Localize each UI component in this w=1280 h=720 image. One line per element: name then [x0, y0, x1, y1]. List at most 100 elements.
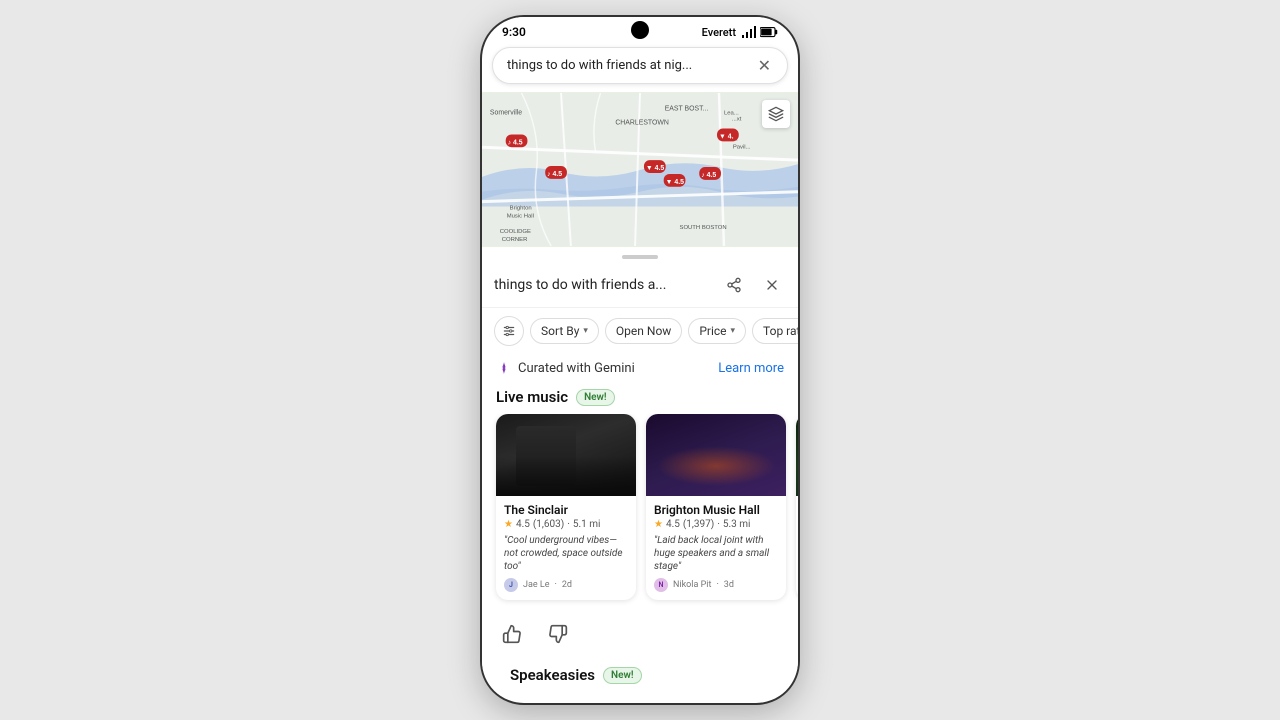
bottom-search-text: things to do with friends a... [494, 277, 720, 293]
thumbs-up-icon [502, 624, 522, 644]
svg-text:...xt: ...xt [732, 117, 742, 123]
brighton-reviewer-sep: · [716, 580, 718, 590]
price-chevron: ▾ [731, 326, 736, 336]
svg-text:▼ 4.5: ▼ 4.5 [666, 179, 685, 186]
open-now-filter[interactable]: Open Now [605, 318, 682, 344]
svg-text:♪ 4.5: ♪ 4.5 [701, 172, 716, 179]
svg-text:COOLIDGE: COOLIDGE [500, 229, 531, 235]
place-card-brighton[interactable]: Brighton Music Hall ★ 4.5 (1,397) · 5.3 … [646, 414, 786, 600]
learn-more-link[interactable]: Learn more [718, 361, 784, 376]
live-music-new-badge: New! [576, 389, 615, 406]
sinclair-distance-dot: · [567, 519, 570, 530]
sinclair-rating: ★ 4.5 (1,603) · 5.1 mi [504, 519, 628, 530]
svg-text:Somerville: Somerville [490, 110, 522, 117]
phone-frame: 9:30 Everett things to do with friends a… [480, 15, 800, 705]
sinclair-review-count: (1,603) [533, 519, 564, 530]
svg-text:Brighton: Brighton [510, 205, 532, 211]
signal-icon [740, 26, 756, 38]
brighton-distance: 5.3 mi [723, 519, 751, 530]
svg-text:CORNER: CORNER [502, 237, 528, 243]
layers-icon [768, 106, 784, 122]
speakeasies-section: Speakeasies New! [482, 658, 798, 696]
top-rated-label: Top rated [763, 324, 798, 338]
sinclair-content: The Sinclair ★ 4.5 (1,603) · 5.1 mi "Coo… [496, 496, 636, 600]
sinclair-quote: "Cool underground vibes—not crowded, spa… [504, 534, 628, 573]
sort-by-filter[interactable]: Sort By ▾ [530, 318, 599, 344]
brighton-name: Brighton Music Hall [654, 503, 778, 517]
sinclair-reviewer-time: 2d [562, 580, 572, 590]
sinclair-distance: 5.1 mi [573, 519, 601, 530]
place-cards-row: The Sinclair ★ 4.5 (1,603) · 5.1 mi "Coo… [482, 414, 798, 612]
svg-text:Music Hall: Music Hall [507, 213, 534, 219]
thumbs-up-button[interactable] [496, 618, 528, 650]
svg-text:▼ 4.5: ▼ 4.5 [646, 165, 665, 172]
top-search-close-button[interactable]: ✕ [756, 56, 773, 75]
brighton-distance-dot: · [717, 519, 720, 530]
status-bar: 9:30 Everett [482, 17, 798, 43]
close-button[interactable] [758, 271, 786, 299]
svg-text:Pavil...: Pavil... [733, 144, 751, 150]
drag-handle[interactable] [622, 255, 658, 259]
layers-button[interactable] [762, 100, 790, 128]
place-card-club[interactable]: Club Pa... ★ 4.7 [796, 414, 798, 600]
svg-text:SOUTH BOSTON: SOUTH BOSTON [680, 225, 727, 231]
svg-text:Lea...: Lea... [724, 111, 739, 117]
open-now-label: Open Now [616, 324, 671, 338]
brighton-reviewer: N Nikola Pit · 3d [654, 578, 778, 592]
share-icon [726, 277, 742, 293]
close-icon [764, 277, 780, 293]
share-button[interactable] [720, 271, 748, 299]
feedback-row [482, 612, 798, 658]
place-card-sinclair[interactable]: The Sinclair ★ 4.5 (1,603) · 5.1 mi "Coo… [496, 414, 636, 600]
top-search-bar[interactable]: things to do with friends at nig... ✕ [492, 47, 788, 84]
svg-text:♪ 4.5: ♪ 4.5 [547, 171, 562, 178]
brighton-reviewer-name: Nikola Pit [673, 580, 711, 590]
gemini-bar: Curated with Gemini Learn more [482, 354, 798, 384]
filter-options-button[interactable] [494, 316, 524, 346]
live-music-title: Live music [496, 388, 568, 406]
brighton-review-count: (1,397) [683, 519, 714, 530]
gemini-text: Curated with Gemini [518, 361, 635, 376]
brighton-image [646, 414, 786, 496]
top-rated-filter[interactable]: Top rated [752, 318, 798, 344]
svg-text:▼ 4.: ▼ 4. [719, 133, 734, 140]
svg-text:CHARLESTOWN: CHARLESTOWN [615, 120, 669, 127]
sinclair-name: The Sinclair [504, 503, 628, 517]
sort-by-label: Sort By [541, 324, 579, 338]
svg-text:EAST BOST...: EAST BOST... [665, 106, 709, 113]
svg-text:♪ 4.5: ♪ 4.5 [508, 139, 523, 146]
sinclair-reviewer-avatar: J [504, 578, 518, 592]
brighton-rating: ★ 4.5 (1,397) · 5.3 mi [654, 519, 778, 530]
sinclair-reviewer: J Jae Le · 2d [504, 578, 628, 592]
brighton-rating-value: 4.5 [666, 519, 680, 530]
price-filter[interactable]: Price ▾ [688, 318, 746, 344]
status-right: Everett [702, 26, 778, 39]
live-music-section-header: Live music New! [482, 384, 798, 414]
city-label: Everett [702, 26, 736, 39]
thumbs-down-button[interactable] [542, 618, 574, 650]
gemini-icon [496, 360, 512, 376]
map-area[interactable]: Somerville EAST BOST... CHARLESTOWN Brig… [482, 92, 798, 247]
sinclair-reviewer-name: Jae Le [523, 580, 550, 590]
top-search-text: things to do with friends at nig... [507, 58, 756, 73]
sinclair-star: ★ [504, 519, 513, 530]
camera-notch [631, 21, 649, 39]
brighton-reviewer-avatar: N [654, 578, 668, 592]
sinclair-reviewer-sep: · [555, 580, 557, 590]
bottom-panel: things to do with friends a... [482, 247, 798, 696]
sinclair-rating-value: 4.5 [516, 519, 530, 530]
brighton-reviewer-time: 3d [724, 580, 734, 590]
bottom-search-actions [720, 271, 786, 299]
thumbs-down-icon [548, 624, 568, 644]
time-display: 9:30 [502, 25, 526, 39]
brighton-content: Brighton Music Hall ★ 4.5 (1,397) · 5.3 … [646, 496, 786, 600]
brighton-quote: "Laid back local joint with huge speaker… [654, 534, 778, 573]
club-image [796, 414, 798, 496]
filter-row: Sort By ▾ Open Now Price ▾ Top rated [482, 308, 798, 354]
sinclair-image [496, 414, 636, 496]
speakeasies-new-badge: New! [603, 667, 642, 684]
battery-icon [760, 26, 778, 38]
map-svg: Somerville EAST BOST... CHARLESTOWN Brig… [482, 92, 798, 247]
filter-icon [502, 324, 516, 338]
club-content: Club Pa... ★ 4.7 [796, 496, 798, 556]
